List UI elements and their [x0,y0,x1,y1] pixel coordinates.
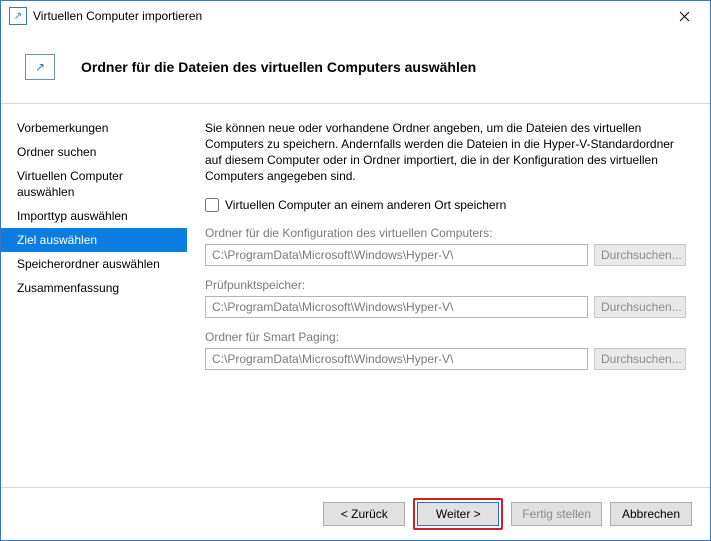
sidebar-item-ordner-suchen[interactable]: Ordner suchen [1,140,187,164]
sidebar-item-zusammenfassung[interactable]: Zusammenfassung [1,276,187,300]
smartpaging-folder-browse-button: Durchsuchen... [594,348,686,370]
sidebar-item-ziel-auswaehlen[interactable]: Ziel auswählen [1,228,187,252]
app-icon: ↗ [9,7,27,25]
next-button[interactable]: Weiter > [417,502,499,526]
config-folder-browse-button: Durchsuchen... [594,244,686,266]
import-icon: ↗ [25,54,55,80]
next-button-highlight: Weiter > [413,498,503,530]
config-folder-row: Durchsuchen... [205,244,686,266]
checkpoint-folder-label: Prüfpunktspeicher: [205,278,686,292]
smartpaging-folder-label: Ordner für Smart Paging: [205,330,686,344]
titlebar: ↗ Virtuellen Computer importieren [1,1,710,31]
page-title: Ordner für die Dateien des virtuellen Co… [81,59,476,75]
config-folder-label: Ordner für die Konfiguration des virtuel… [205,226,686,240]
sidebar-item-importtyp[interactable]: Importtyp auswählen [1,204,187,228]
finish-button: Fertig stellen [511,502,602,526]
sidebar-item-vorbemerkungen[interactable]: Vorbemerkungen [1,116,187,140]
window-title: Virtuellen Computer importieren [33,9,664,23]
wizard-header: ↗ Ordner für die Dateien des virtuellen … [1,31,710,104]
store-elsewhere-label: Virtuellen Computer an einem anderen Ort… [225,198,506,212]
wizard-content: Sie können neue oder vorhandene Ordner a… [187,104,710,487]
checkpoint-folder-row: Durchsuchen... [205,296,686,318]
cancel-button[interactable]: Abbrechen [610,502,692,526]
wizard-steps-sidebar: Vorbemerkungen Ordner suchen Virtuellen … [1,104,187,487]
intro-text: Sie können neue oder vorhandene Ordner a… [205,120,686,184]
checkpoint-folder-browse-button: Durchsuchen... [594,296,686,318]
sidebar-item-speicherordner[interactable]: Speicherordner auswählen [1,252,187,276]
close-icon [679,11,690,22]
checkpoint-folder-input [205,296,588,318]
smartpaging-folder-input [205,348,588,370]
wizard-footer: < Zurück Weiter > Fertig stellen Abbrech… [1,487,710,540]
back-button[interactable]: < Zurück [323,502,405,526]
wizard-body: Vorbemerkungen Ordner suchen Virtuellen … [1,104,710,487]
store-elsewhere-checkbox[interactable] [205,198,219,212]
store-elsewhere-checkbox-row[interactable]: Virtuellen Computer an einem anderen Ort… [205,198,686,212]
config-folder-input [205,244,588,266]
close-button[interactable] [664,2,704,30]
sidebar-item-vm-auswaehlen[interactable]: Virtuellen Computer auswählen [1,164,187,204]
smartpaging-folder-row: Durchsuchen... [205,348,686,370]
wizard-window: ↗ Virtuellen Computer importieren ↗ Ordn… [0,0,711,541]
